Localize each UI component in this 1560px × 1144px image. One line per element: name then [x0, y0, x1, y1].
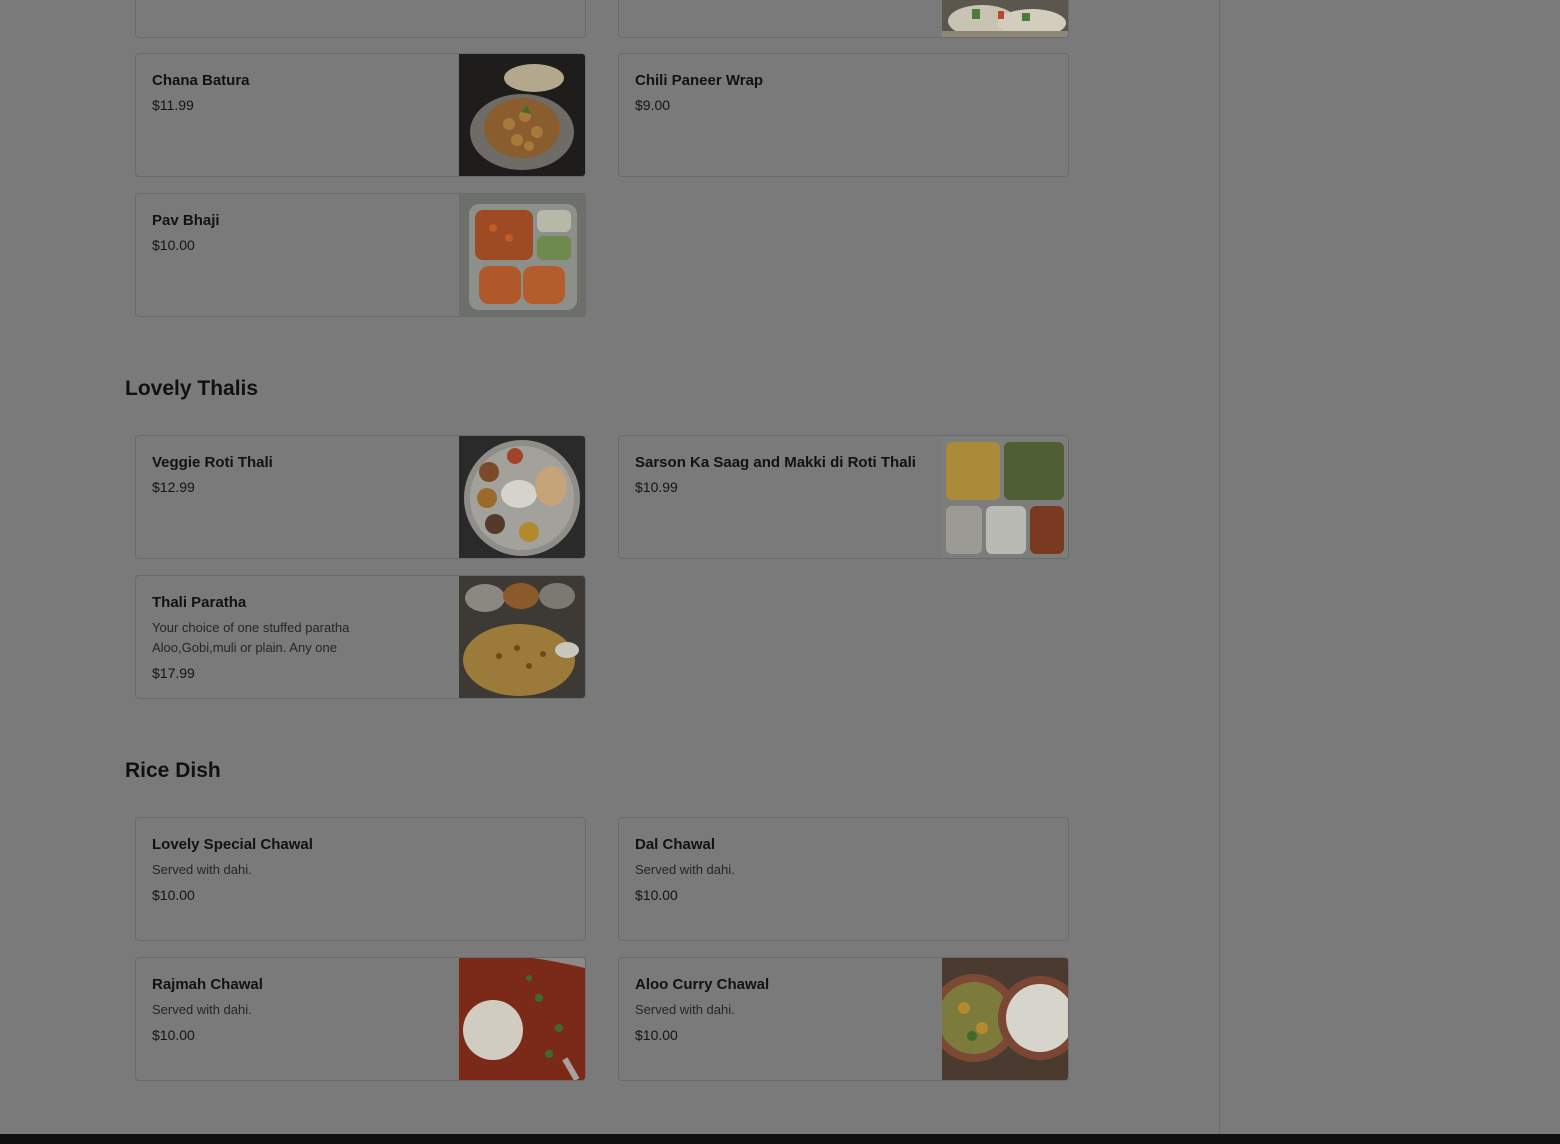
item-price: $10.00	[635, 887, 678, 903]
item-name: Sarson Ka Saag and Makki di Roti Thali	[635, 454, 916, 471]
bottom-bar	[0, 1134, 1560, 1144]
item-name: Pav Bhaji	[152, 212, 220, 229]
item-price: $10.00	[152, 887, 195, 903]
menu-item-card-partial-left[interactable]	[135, 0, 586, 38]
item-name: Thali Paratha	[152, 594, 247, 611]
menu-item-aloo-curry-chawal[interactable]: Aloo Curry Chawal Served with dahi. $10.…	[618, 957, 1069, 1081]
pav-bhaji-photo	[459, 194, 585, 316]
item-description: Served with dahi.	[152, 1002, 252, 1017]
menu-item-pav-bhaji[interactable]: Pav Bhaji $10.00	[135, 193, 586, 317]
sarson-ka-saag-thali-photo	[942, 436, 1068, 558]
item-description: Served with dahi.	[635, 862, 735, 877]
item-description-line: Aloo,Gobi,muli or plain. Any one	[152, 640, 337, 655]
rajmah-chawal-photo	[459, 958, 585, 1080]
item-name: Chili Paneer Wrap	[635, 72, 764, 89]
item-description: Your choice of one stuffed paratha Aloo,…	[152, 618, 445, 658]
item-name: Rajmah Chawal	[152, 976, 263, 993]
item-price: $10.00	[152, 237, 195, 253]
item-price: $10.99	[635, 479, 678, 495]
item-price: $10.00	[152, 1027, 195, 1043]
menu-item-sarson-ka-saag-thali[interactable]: Sarson Ka Saag and Makki di Roti Thali $…	[618, 435, 1069, 559]
item-name: Lovely Special Chawal	[152, 836, 313, 853]
item-description: Served with dahi.	[152, 862, 252, 877]
veggie-roti-thali-photo	[459, 436, 585, 558]
item-name: Veggie Roti Thali	[152, 454, 273, 471]
menu-item-lovely-special-chawal[interactable]: Lovely Special Chawal Served with dahi. …	[135, 817, 586, 941]
item-price: $9.00	[635, 97, 671, 113]
thali-paratha-photo	[459, 576, 585, 698]
section-title-lovely-thalis: Lovely Thalis	[125, 377, 259, 400]
menu-item-veggie-roti-thali[interactable]: Veggie Roti Thali $12.99	[135, 435, 586, 559]
item-description: Served with dahi.	[635, 1002, 735, 1017]
item-price: $10.00	[635, 1027, 678, 1043]
right-panel-divider	[1219, 0, 1220, 1134]
aloo-curry-chawal-photo	[942, 958, 1068, 1080]
section-title-rice-dish: Rice Dish	[125, 759, 221, 782]
menu-main-area: Chana Batura $11.99 Chili Paneer Wrap $9…	[0, 0, 1219, 1134]
item-price: $11.99	[152, 97, 194, 113]
item-description-line: Your choice of one stuffed paratha	[152, 620, 350, 635]
item-price: $12.99	[152, 479, 195, 495]
menu-item-card-partial-right[interactable]	[618, 0, 1069, 38]
chana-batura-photo	[459, 54, 585, 176]
menu-item-rajmah-chawal[interactable]: Rajmah Chawal Served with dahi. $10.00	[135, 957, 586, 1081]
item-name: Dal Chawal	[635, 836, 716, 853]
menu-item-chana-batura[interactable]: Chana Batura $11.99	[135, 53, 586, 177]
item-name: Aloo Curry Chawal	[635, 976, 770, 993]
wrap-photo	[942, 0, 1068, 37]
item-name: Chana Batura	[152, 72, 250, 89]
menu-item-thali-paratha[interactable]: Thali Paratha Your choice of one stuffed…	[135, 575, 586, 699]
menu-item-chili-paneer-wrap[interactable]: Chili Paneer Wrap $9.00	[618, 53, 1069, 177]
menu-item-dal-chawal[interactable]: Dal Chawal Served with dahi. $10.00	[618, 817, 1069, 941]
item-price: $17.99	[152, 665, 195, 681]
